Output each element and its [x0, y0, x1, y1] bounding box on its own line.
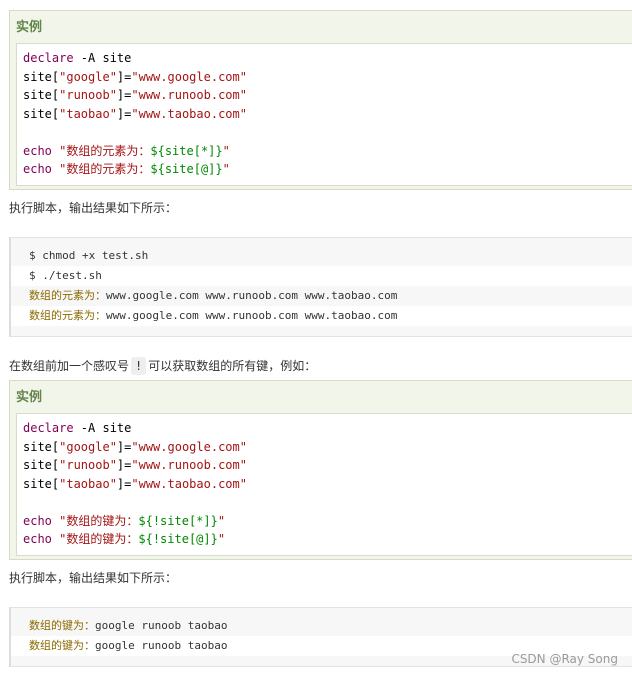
- code-token: "google": [59, 439, 117, 454]
- code-token: "taobao": [59, 476, 117, 491]
- example-box-1: 实例 declare -A site site["google"]="www.go…: [9, 10, 632, 190]
- code-line: site["runoob"]="www.runoob.com": [23, 86, 632, 105]
- code-line: echo "数组的键为：${!site[*]}": [23, 512, 632, 531]
- paragraph-run-output-2: 执行脚本，输出结果如下所示：: [9, 571, 178, 585]
- code-token: site[: [23, 69, 60, 84]
- output-line: 数组的元素为：www.google.com www.runoob.com www…: [29, 289, 398, 302]
- paragraph-run-output: 执行脚本，输出结果如下所示：: [9, 201, 178, 215]
- output-line: 数组的元素为：www.google.com www.runoob.com www…: [11, 306, 632, 326]
- code-token: "www.google.com": [131, 439, 247, 454]
- code-token: ${site[@]}: [150, 162, 223, 176]
- code-token: "www.runoob.com": [131, 458, 247, 472]
- code-token: ": [217, 532, 226, 546]
- code-token: ": [222, 162, 230, 176]
- code-token: echo: [23, 532, 52, 546]
- example-box-2: 实例 declare -A site site["google"]="www.go…: [9, 380, 632, 560]
- code-token: declare: [23, 51, 74, 65]
- code-token: ${!site[@]}: [138, 532, 218, 546]
- code-line: site["taobao"]="www.taobao.com": [23, 475, 632, 494]
- code-token: "数组的元素为：: [59, 162, 151, 176]
- code-token: site[: [23, 439, 60, 454]
- code-line: site["google"]="www.google.com": [23, 68, 632, 87]
- code-line: echo "数组的元素为：${site[@]}": [23, 160, 632, 179]
- code-token: echo: [23, 513, 52, 528]
- code-token: ]=: [116, 439, 132, 454]
- code-line: echo "数组的键为：${!site[@]}": [23, 530, 632, 549]
- hint-text-before: 在数组前加一个感叹号: [9, 359, 130, 373]
- code-line: site["runoob"]="www.runoob.com": [23, 456, 632, 475]
- code-token: -A site: [73, 421, 132, 435]
- example-title: 实例: [16, 390, 43, 405]
- code-line: site["taobao"]="www.taobao.com": [23, 105, 632, 124]
- code-token: "数组的键为：: [59, 513, 139, 528]
- code-line: declare -A site: [23, 49, 632, 68]
- code-token: "www.taobao.com": [131, 476, 247, 491]
- output-block-1: $ chmod +x test.sh $ ./test.sh 数组的元素为：www.…: [9, 237, 632, 337]
- code-token: "数组的键为：: [59, 532, 139, 546]
- code-token: echo: [23, 143, 52, 158]
- output-line: 数组的键为：google runoob taobao: [29, 619, 228, 632]
- csdn-watermark: CSDN @Ray Song: [511, 652, 618, 666]
- code-token: "www.taobao.com": [131, 106, 247, 121]
- code-token: ": [217, 513, 226, 528]
- code-token: ]=: [116, 88, 132, 102]
- code-token: ": [222, 143, 230, 158]
- code-token: ]=: [116, 476, 132, 491]
- example-title: 实例: [16, 20, 43, 35]
- code-token: echo: [23, 162, 52, 176]
- code-token: "www.google.com": [131, 69, 247, 84]
- code-token: declare: [23, 421, 74, 435]
- code-token: "runoob": [59, 458, 117, 472]
- code-line: echo "数组的元素为：${site[*]}": [23, 142, 632, 161]
- output-line: $ ./test.sh: [11, 266, 632, 286]
- output-line: $ chmod +x test.sh: [29, 249, 149, 262]
- code-line: declare -A site: [23, 419, 632, 438]
- code-block-2[interactable]: declare -A site site["google"]="www.googl…: [16, 413, 632, 556]
- code-token: ]=: [116, 69, 132, 84]
- code-token: "runoob": [59, 88, 117, 102]
- code-token: site[: [23, 458, 60, 472]
- code-token: site[: [23, 106, 60, 121]
- code-token: -A site: [73, 51, 132, 65]
- paragraph-keys-hint: 在数组前加一个感叹号! 可以获取数组的所有键，例如：: [9, 357, 316, 375]
- code-token: "www.runoob.com": [131, 88, 247, 102]
- code-token: "taobao": [59, 106, 117, 121]
- code-token: site[: [23, 88, 60, 102]
- inline-code-exclamation: !: [131, 357, 147, 375]
- code-block-1[interactable]: declare -A site site["google"]="www.googl…: [16, 43, 632, 186]
- code-token: "google": [59, 69, 117, 84]
- code-line: site["google"]="www.google.com": [23, 438, 632, 457]
- hint-text-after: 可以获取数组的所有键，例如：: [148, 359, 317, 373]
- code-token: site[: [23, 476, 60, 491]
- code-token: ]=: [116, 106, 132, 121]
- code-token: ${site[*]}: [150, 143, 223, 158]
- code-token: "数组的元素为：: [59, 143, 151, 158]
- code-token: ${!site[*]}: [138, 513, 218, 528]
- code-token: ]=: [116, 458, 132, 472]
